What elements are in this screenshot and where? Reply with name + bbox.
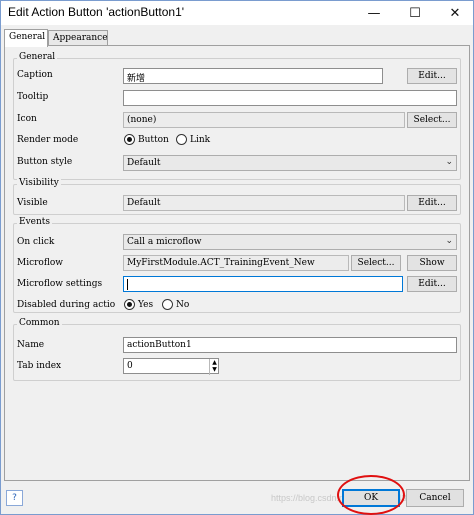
button-style-dropdown[interactable]: Default ⌄ <box>123 155 457 171</box>
maximize-icon: ☐ <box>409 5 421 21</box>
microflow-show-button[interactable]: Show <box>407 255 457 271</box>
maximize-button[interactable]: ☐ <box>397 1 433 25</box>
tab-general[interactable]: General <box>4 29 48 47</box>
spin-down-icon[interactable]: ▼ <box>210 366 219 373</box>
cancel-button[interactable]: Cancel <box>406 489 464 507</box>
group-common-label: Common <box>17 318 62 328</box>
disabled-yes-radio[interactable] <box>124 299 135 310</box>
tooltip-label: Tooltip <box>17 92 49 102</box>
chevron-down-icon: ⌄ <box>445 236 453 246</box>
visible-edit-button[interactable]: Edit... <box>407 195 457 211</box>
minimize-button[interactable]: — <box>356 1 392 25</box>
icon-field: (none) <box>123 112 405 128</box>
help-button[interactable]: ? <box>6 490 23 506</box>
disabled-no-label: No <box>176 300 190 310</box>
tab-index-value: 0 <box>127 361 133 371</box>
group-general: General Caption 新增 Edit... Tooltip Icon … <box>13 52 461 180</box>
tab-index-spinner[interactable]: ▲ ▼ <box>209 359 219 375</box>
render-mode-button-label: Button <box>138 135 169 145</box>
title-bar: Edit Action Button 'actionButton1' — ☐ ✕ <box>1 1 473 25</box>
icon-select-button[interactable]: Select... <box>407 112 457 128</box>
disabled-yes-label: Yes <box>138 300 154 310</box>
name-field[interactable]: actionButton1 <box>123 337 457 353</box>
caption-edit-button[interactable]: Edit... <box>407 68 457 84</box>
visible-field: Default <box>123 195 405 211</box>
tab-panel-general: General Caption 新增 Edit... Tooltip Icon … <box>4 45 470 481</box>
render-mode-button-radio[interactable] <box>124 134 135 145</box>
render-mode-label: Render mode <box>17 135 79 145</box>
caption-label: Caption <box>17 70 53 80</box>
microflow-settings-label: Microflow settings <box>17 279 103 289</box>
red-annotation-circle <box>337 475 405 515</box>
help-icon: ? <box>12 493 17 503</box>
icon-label: Icon <box>17 114 37 124</box>
spin-up-icon[interactable]: ▲ <box>210 359 219 366</box>
close-button[interactable]: ✕ <box>437 1 473 25</box>
window-title: Edit Action Button 'actionButton1' <box>8 5 185 19</box>
disabled-during-action-label: Disabled during actio <box>17 300 116 310</box>
tooltip-field[interactable] <box>123 90 457 106</box>
minimize-icon: — <box>367 5 381 21</box>
dialog-window: Edit Action Button 'actionButton1' — ☐ ✕… <box>0 0 474 515</box>
group-events-label: Events <box>17 217 53 227</box>
tab-index-field[interactable]: 0 <box>123 358 219 374</box>
on-click-label: On click <box>17 237 55 247</box>
panel-scrollbar[interactable] <box>461 46 467 482</box>
button-style-value: Default <box>127 158 161 168</box>
group-common: Common Name actionButton1 Tab index 0 ▲ … <box>13 318 461 381</box>
microflow-settings-field[interactable] <box>123 276 403 292</box>
render-mode-link-radio[interactable] <box>176 134 187 145</box>
button-style-label: Button style <box>17 157 73 167</box>
microflow-field: MyFirstModule.ACT_TrainingEvent_New <box>123 255 349 271</box>
text-caret <box>127 279 128 290</box>
group-visibility: Visibility Visible Default Edit... <box>13 178 461 215</box>
tab-index-label: Tab index <box>17 361 62 371</box>
render-mode-link-label: Link <box>190 135 211 145</box>
microflow-select-button[interactable]: Select... <box>351 255 401 271</box>
visible-label: Visible <box>17 198 48 208</box>
on-click-dropdown[interactable]: Call a microflow ⌄ <box>123 234 457 250</box>
tab-appearance[interactable]: Appearance <box>48 30 108 46</box>
close-icon: ✕ <box>449 5 461 21</box>
group-general-label: General <box>17 52 58 62</box>
group-visibility-label: Visibility <box>17 178 61 188</box>
disabled-no-radio[interactable] <box>162 299 173 310</box>
microflow-label: Microflow <box>17 258 63 268</box>
on-click-value: Call a microflow <box>127 237 202 247</box>
group-events: Events On click Call a microflow ⌄ Micro… <box>13 217 461 313</box>
microflow-settings-edit-button[interactable]: Edit... <box>407 276 457 292</box>
caption-field[interactable]: 新增 <box>123 68 383 84</box>
chevron-down-icon: ⌄ <box>445 157 453 167</box>
name-label: Name <box>17 340 45 350</box>
